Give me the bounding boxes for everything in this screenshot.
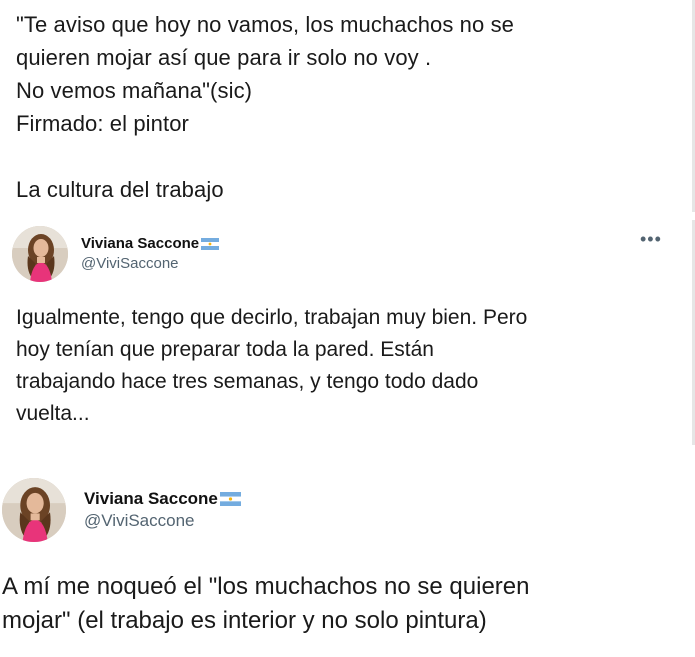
display-name[interactable]: Viviana Saccone	[84, 488, 241, 510]
avatar[interactable]	[2, 478, 66, 542]
tweet-text: A mí me noqueó el "los muchachos no se q…	[2, 573, 530, 634]
argentina-flag-icon	[219, 492, 241, 506]
more-options-icon[interactable]: •••	[640, 230, 662, 248]
handle[interactable]: @ViviSaccone	[84, 510, 241, 532]
display-name-text[interactable]: Viviana Saccone	[81, 234, 199, 254]
tweet-author[interactable]: Viviana Saccone @ViviSaccone	[12, 226, 220, 282]
avatar[interactable]	[12, 226, 68, 282]
display-name[interactable]: Viviana Saccone	[81, 234, 220, 254]
author-names: Viviana Saccone @ViviSaccone	[84, 488, 241, 532]
tweet-author[interactable]: Viviana Saccone @ViviSaccone	[2, 478, 241, 542]
author-names: Viviana Saccone @ViviSaccone	[81, 234, 220, 274]
divider	[0, 450, 695, 462]
handle[interactable]: @ViviSaccone	[81, 254, 219, 274]
argentina-flag-icon	[201, 238, 220, 250]
display-name-text[interactable]: Viviana Saccone	[84, 488, 218, 510]
tweet-text: Igualmente, tengo que decirlo, trabajan …	[16, 306, 528, 425]
tweet-text: "Te aviso que hoy no vamos, los muchacho…	[16, 12, 515, 202]
